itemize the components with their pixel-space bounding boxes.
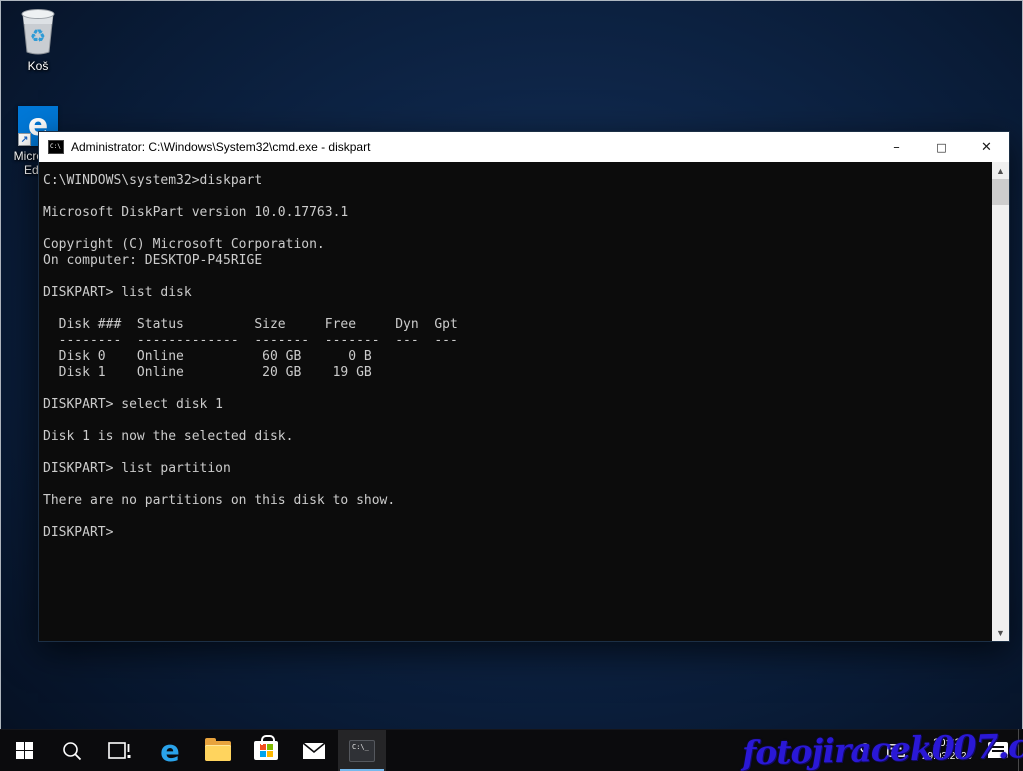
edge-taskbar-button[interactable]: e <box>146 730 194 771</box>
minimize-button[interactable]: – <box>874 132 919 162</box>
edge-icon: e <box>160 736 180 766</box>
microsoft-store-button[interactable] <box>242 730 290 771</box>
start-button[interactable] <box>0 730 48 771</box>
recycle-bin-icon: ♻ <box>15 6 61 56</box>
recycle-bin-label: Koš <box>28 59 49 73</box>
file-explorer-button[interactable] <box>194 730 242 771</box>
action-center-icon[interactable] <box>988 742 1008 758</box>
mail-icon <box>302 742 326 760</box>
windows-logo-icon <box>16 742 33 759</box>
system-tray: 20:33 29.03.2020 <box>852 729 1023 771</box>
cmd-window: C:\ Administrator: C:\Windows\System32\c… <box>38 131 1010 642</box>
shortcut-arrow-icon: ↗ <box>18 133 31 146</box>
cmd-taskbar-button[interactable]: C:\_ <box>338 730 386 771</box>
scrollbar-up-icon[interactable]: ▲ <box>992 162 1009 179</box>
window-title: Administrator: C:\Windows\System32\cmd.e… <box>71 140 874 154</box>
task-view-button[interactable] <box>96 730 144 771</box>
scrollbar-track[interactable] <box>992 205 1009 624</box>
clock-time: 20:33 <box>916 737 978 750</box>
task-view-icon <box>108 741 132 761</box>
console-scrollbar[interactable]: ▲ ▼ <box>992 162 1009 641</box>
cmd-titlebar[interactable]: C:\ Administrator: C:\Windows\System32\c… <box>39 132 1009 162</box>
maximize-button[interactable]: □ <box>919 132 964 162</box>
console-output[interactable]: C:\WINDOWS\system32>diskpart Microsoft D… <box>39 162 992 641</box>
cmd-window-icon: C:\ <box>48 140 64 154</box>
mail-button[interactable] <box>290 730 338 771</box>
scrollbar-thumb[interactable] <box>992 179 1009 205</box>
clock[interactable]: 20:33 29.03.2020 <box>916 737 978 763</box>
svg-text:♻: ♻ <box>30 26 46 47</box>
file-explorer-icon <box>205 741 231 761</box>
store-icon <box>254 741 278 760</box>
cmd-taskbar-icon: C:\_ <box>349 740 375 762</box>
recycle-bin-desktop-icon[interactable]: ♻ Koš <box>0 6 76 73</box>
desktop: ♻ Koš e ↗ Microsoft Edge C:\ Administrat… <box>0 0 1023 771</box>
touch-keyboard-icon[interactable] <box>887 744 905 757</box>
console-text: C:\WINDOWS\system32>diskpart Microsoft D… <box>39 162 992 541</box>
close-button[interactable]: ✕ <box>964 132 1009 162</box>
show-desktop-button[interactable] <box>1018 729 1023 771</box>
search-button[interactable] <box>48 730 96 771</box>
tray-status-icon-1[interactable] <box>859 743 873 757</box>
clock-date: 29.03.2020 <box>916 750 978 763</box>
scrollbar-down-icon[interactable]: ▼ <box>992 624 1009 641</box>
console-area: C:\WINDOWS\system32>diskpart Microsoft D… <box>39 162 1009 641</box>
search-icon <box>61 740 83 762</box>
